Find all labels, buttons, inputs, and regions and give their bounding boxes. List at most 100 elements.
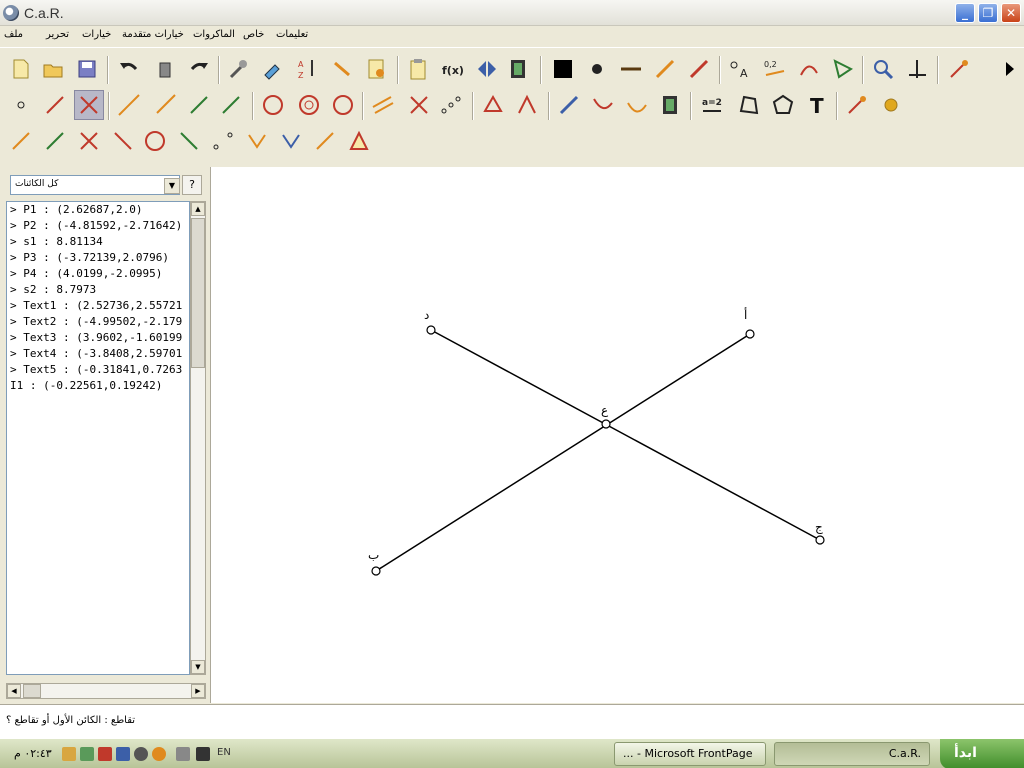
list-item[interactable]: > s1 : 8.81134 bbox=[7, 234, 189, 250]
redo-icon[interactable] bbox=[184, 54, 214, 84]
midpoint-tool-icon[interactable] bbox=[436, 90, 466, 120]
list-item[interactable]: > Text3 : (3.9602,-1.60199 bbox=[7, 330, 189, 346]
taskbar-frontpage-button[interactable]: ... - Microsoft FrontPage bbox=[614, 742, 766, 766]
point-label-icon[interactable]: A bbox=[726, 54, 756, 84]
tray-network-icon[interactable] bbox=[62, 747, 76, 761]
circle-tool-icon[interactable] bbox=[258, 90, 288, 120]
locus-tool-icon[interactable] bbox=[622, 90, 652, 120]
macro-tool-5-icon[interactable] bbox=[140, 126, 170, 156]
double-arrow-icon[interactable] bbox=[650, 54, 680, 84]
function-icon[interactable]: f(x) bbox=[438, 54, 468, 84]
menu-macros[interactable]: الماكروات bbox=[193, 29, 235, 40]
new-file-icon[interactable] bbox=[6, 54, 36, 84]
macro-tool-2-icon[interactable] bbox=[40, 126, 70, 156]
construction-svg[interactable]: أ ب د ج ع bbox=[211, 167, 1024, 703]
macro-tool-7-icon[interactable] bbox=[208, 126, 238, 156]
track-tool-icon[interactable] bbox=[588, 90, 618, 120]
menu-special[interactable]: خاص bbox=[243, 29, 264, 40]
macro-tool-6-icon[interactable] bbox=[174, 126, 204, 156]
open-file-icon[interactable] bbox=[38, 54, 68, 84]
list-item[interactable]: > Text2 : (-4.99502,-2.179 bbox=[7, 314, 189, 330]
macro-tool-10-icon[interactable] bbox=[310, 126, 340, 156]
point-intersection-i1[interactable] bbox=[601, 419, 611, 429]
segment-s1[interactable] bbox=[375, 333, 751, 572]
list-item[interactable]: > Text4 : (-3.8408,2.59701 bbox=[7, 346, 189, 362]
arrow-icon[interactable] bbox=[684, 54, 714, 84]
menu-help[interactable]: تعليمات bbox=[276, 29, 308, 40]
tray-help-icon[interactable] bbox=[196, 747, 210, 761]
list-item[interactable]: > P2 : (-4.81592,-2.71642) bbox=[7, 218, 189, 234]
tray-app-icon[interactable] bbox=[80, 747, 94, 761]
ray-tool-icon[interactable] bbox=[150, 90, 180, 120]
toolbar-more-icon[interactable] bbox=[998, 54, 1022, 84]
parallel-tool-icon[interactable] bbox=[368, 90, 398, 120]
point-style-icon[interactable] bbox=[582, 54, 612, 84]
menu-options[interactable]: خيارات bbox=[82, 29, 111, 40]
segment-tool-icon[interactable] bbox=[40, 90, 70, 120]
rename-icon[interactable] bbox=[328, 54, 358, 84]
angle-tool-icon[interactable] bbox=[512, 90, 542, 120]
tray-clock[interactable]: ٠٢:٤٣ م bbox=[14, 747, 52, 760]
undo-icon[interactable] bbox=[114, 54, 144, 84]
list-item[interactable]: > P3 : (-3.72139,2.0796) bbox=[7, 250, 189, 266]
settings-doc-icon[interactable] bbox=[362, 54, 392, 84]
tray-globe-icon[interactable] bbox=[134, 747, 148, 761]
scroll-down-icon[interactable]: ▼ bbox=[191, 660, 205, 674]
tools-icon[interactable] bbox=[224, 54, 254, 84]
filled-square-icon[interactable] bbox=[548, 54, 578, 84]
point-tool-icon[interactable] bbox=[6, 90, 36, 120]
point-p1[interactable] bbox=[745, 329, 755, 339]
arc-icon[interactable] bbox=[794, 54, 824, 84]
line-tool-icon[interactable] bbox=[114, 90, 144, 120]
chevron-down-icon[interactable]: ▼ bbox=[164, 178, 180, 194]
color-picker-icon[interactable] bbox=[258, 54, 288, 84]
animate-tool-icon[interactable] bbox=[656, 90, 686, 120]
macro-tool-8-icon[interactable] bbox=[242, 126, 272, 156]
segment-s2[interactable] bbox=[430, 329, 821, 541]
perpendicular-tool-icon[interactable] bbox=[404, 90, 434, 120]
macro-wand-icon[interactable] bbox=[842, 90, 872, 120]
save-file-icon[interactable] bbox=[72, 54, 102, 84]
point-p3[interactable] bbox=[426, 325, 436, 335]
drawing-canvas[interactable]: أ ب د ج ع bbox=[210, 167, 1024, 703]
fixed-circle-tool-icon[interactable] bbox=[328, 90, 358, 120]
delete-icon[interactable] bbox=[150, 54, 180, 84]
car-app-icon[interactable] bbox=[3, 5, 19, 21]
point-p4[interactable] bbox=[815, 535, 825, 545]
list-item[interactable]: > P4 : (4.0199,-2.0995) bbox=[7, 266, 189, 282]
vertical-scrollbar[interactable]: ▲ ▼ bbox=[190, 201, 206, 675]
tray-volume-icon[interactable] bbox=[176, 747, 190, 761]
minimize-button[interactable]: _ bbox=[955, 3, 975, 23]
value-label-icon[interactable]: 0,2 bbox=[760, 54, 790, 84]
scroll-thumb[interactable] bbox=[191, 218, 205, 368]
quadrilateral-tool-icon[interactable] bbox=[734, 90, 764, 120]
vector-tool-icon[interactable] bbox=[216, 90, 246, 120]
list-item[interactable]: > Text1 : (2.52736,2.55721 bbox=[7, 298, 189, 314]
scroll-thumb-horizontal[interactable] bbox=[23, 684, 41, 698]
macro-triangle-icon[interactable] bbox=[344, 126, 374, 156]
scroll-right-icon[interactable]: ▶ bbox=[191, 684, 205, 698]
scroll-left-icon[interactable]: ◀ bbox=[7, 684, 21, 698]
close-button[interactable]: ✕ bbox=[1001, 3, 1021, 23]
list-item[interactable]: > s2 : 8.7973 bbox=[7, 282, 189, 298]
polygon-tool-icon[interactable] bbox=[478, 90, 508, 120]
line-style-icon[interactable] bbox=[616, 54, 646, 84]
sort-az-icon[interactable]: AZ bbox=[292, 54, 322, 84]
restore-button[interactable]: ❐ bbox=[978, 3, 998, 23]
zoom-icon[interactable] bbox=[868, 54, 898, 84]
expression-tool-icon[interactable]: a=2 bbox=[698, 90, 728, 120]
object-filter-select[interactable]: كل الكائنات bbox=[10, 175, 180, 195]
scroll-up-icon[interactable]: ▲ bbox=[191, 202, 205, 216]
tray-security-icon[interactable] bbox=[98, 747, 112, 761]
menu-advanced-options[interactable]: خيارات متقدمة bbox=[122, 29, 184, 40]
menu-file[interactable]: ملف bbox=[4, 29, 23, 40]
list-item[interactable]: > P1 : (2.62687,2.0) bbox=[7, 202, 189, 218]
language-indicator[interactable]: EN bbox=[217, 747, 231, 758]
segment-2-tool-icon[interactable] bbox=[184, 90, 214, 120]
animation-icon[interactable] bbox=[504, 54, 534, 84]
intersection-tool-icon[interactable] bbox=[74, 90, 104, 120]
macro-tool-9-icon[interactable] bbox=[276, 126, 306, 156]
angle-icon[interactable] bbox=[828, 54, 858, 84]
list-item[interactable]: I1 : (-0.22561,0.19242) bbox=[7, 378, 189, 394]
mirror-icon[interactable] bbox=[472, 54, 502, 84]
